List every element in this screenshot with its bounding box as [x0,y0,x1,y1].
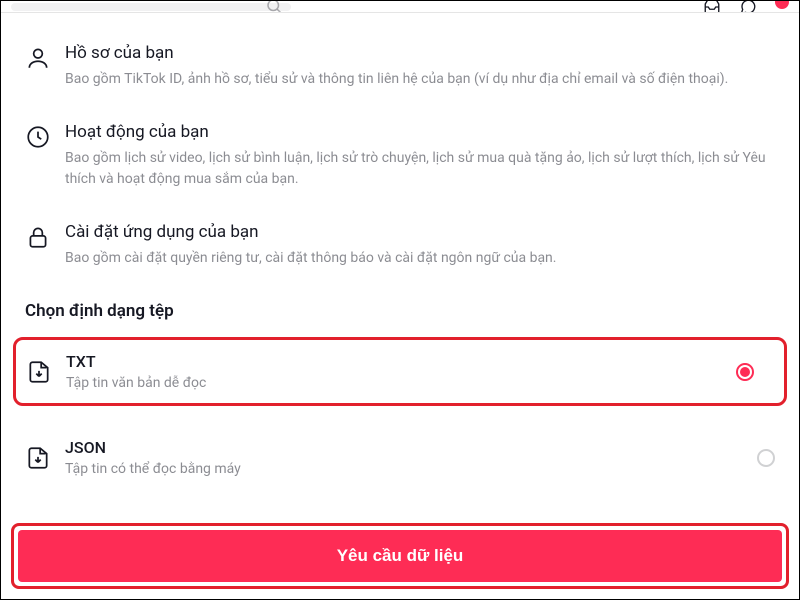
lock-icon [25,224,51,250]
info-desc: Bao gồm cài đặt quyền riêng tư, cài đặt … [65,248,775,269]
search-input-stub[interactable] [11,3,291,11]
person-icon [25,45,51,71]
info-profile: Hồ sơ của bạn Bao gồm TikTok ID, ảnh hồ … [25,43,775,90]
info-settings: Cài đặt ứng dụng của bạn Bao gồm cài đặt… [25,222,775,269]
radio-unselected[interactable] [757,449,775,467]
radio-selected[interactable] [736,363,754,381]
search-icon [265,1,283,13]
format-header: Chọn định dạng tệp [1,301,799,321]
format-desc: Tập tin văn bản dễ đọc [66,375,774,391]
format-option-txt[interactable]: TXT Tập tin văn bản dễ đọc [13,337,787,406]
inbox-icon[interactable] [703,1,721,13]
clock-icon [25,124,51,150]
format-desc: Tập tin có thể đọc bằng máy [65,461,743,477]
file-download-icon [25,445,51,471]
info-title: Hoạt động của bạn [65,122,775,142]
format-title: JSON [65,438,743,457]
avatar[interactable] [775,1,789,9]
request-data-button[interactable]: Yêu cầu dữ liệu [18,530,782,582]
info-title: Cài đặt ứng dụng của bạn [65,222,775,242]
message-icon[interactable] [739,1,757,13]
request-highlight: Yêu cầu dữ liệu [11,523,789,589]
info-title: Hồ sơ của bạn [65,43,775,63]
info-desc: Bao gồm TikTok ID, ảnh hồ sơ, tiểu sử và… [65,69,775,90]
file-download-icon [26,359,52,385]
top-bar [1,1,799,13]
info-desc: Bao gồm lịch sử video, lịch sử bình luận… [65,148,775,190]
data-summary-section: Hồ sơ của bạn Bao gồm TikTok ID, ảnh hồ … [1,13,799,269]
format-title: TXT [66,352,774,371]
info-activity: Hoạt động của bạn Bao gồm lịch sử video,… [25,122,775,190]
format-option-json[interactable]: JSON Tập tin có thể đọc bằng máy [1,424,799,491]
